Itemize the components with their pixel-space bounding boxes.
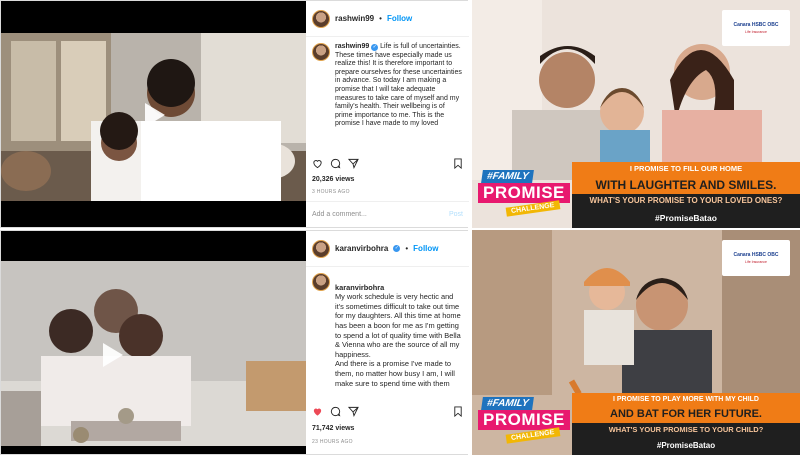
view-count[interactable]: 20,326 views xyxy=(312,176,354,183)
play-icon[interactable] xyxy=(139,101,167,129)
video-player[interactable] xyxy=(1,1,306,227)
follow-button[interactable]: Follow xyxy=(413,244,438,253)
instagram-post-rashwin: rashwin99 • Follow rashwin99 ✓ Life is f… xyxy=(0,0,469,228)
avatar[interactable] xyxy=(312,9,330,28)
caption-username[interactable]: rashwin99 xyxy=(335,43,369,50)
hashtag: #PromiseBatao xyxy=(572,437,800,455)
promise-line-1: I PROMISE TO FILL OUR HOME xyxy=(572,162,800,176)
caption-username[interactable]: karanvirbohra xyxy=(335,283,384,292)
hashtag: #PromiseBatao xyxy=(572,208,800,228)
video-player[interactable] xyxy=(1,231,306,454)
post-header: karanvirbohra ✓ • Follow xyxy=(306,231,469,267)
comment-icon[interactable] xyxy=(330,406,341,417)
share-icon[interactable] xyxy=(348,406,359,417)
heart-icon[interactable] xyxy=(312,406,323,417)
timestamp: 3 HOURS AGO xyxy=(312,189,350,195)
comment-input[interactable]: Add a comment... xyxy=(312,211,367,218)
caption-block: rashwin99 ✓ Life is full of uncertaintie… xyxy=(306,37,469,129)
caption-avatar[interactable] xyxy=(312,43,330,61)
promise-line-2: AND BAT FOR HER FUTURE. xyxy=(572,406,800,423)
promise-line-1: I PROMISE TO PLAY MORE WITH MY CHILD xyxy=(572,393,800,406)
bank-logo: Canara HSBC OBC Life Insurance xyxy=(722,240,790,276)
post-panel: rashwin99 • Follow rashwin99 ✓ Life is f… xyxy=(306,1,469,227)
bank-name: Canara HSBC OBC xyxy=(733,22,779,28)
comment-icon[interactable] xyxy=(330,158,341,169)
promise-question: WHAT'S YOUR PROMISE TO YOUR CHILD? xyxy=(572,423,800,437)
promise-line-2: WITH LAUGHTER AND SMILES. xyxy=(572,176,800,194)
bookmark-icon[interactable] xyxy=(453,158,463,169)
timestamp: 23 HOURS AGO xyxy=(312,439,353,445)
badge-family: #FAMILY xyxy=(481,170,535,183)
caption-block: karanvirbohra My work schedule is very h… xyxy=(306,267,469,388)
bookmark-icon[interactable] xyxy=(453,406,463,417)
family-promise-badge: #FAMILY PROMISE CHALLENGE xyxy=(478,170,578,222)
action-bar xyxy=(312,406,463,417)
bank-subtitle: Life Insurance xyxy=(745,30,767,34)
follow-button[interactable]: Follow xyxy=(387,14,412,23)
post-panel: karanvirbohra ✓ • Follow karanvirbohra M… xyxy=(306,231,469,454)
ad-banner: I PROMISE TO FILL OUR HOME WITH LAUGHTER… xyxy=(472,162,800,228)
badge-family: #FAMILY xyxy=(481,397,535,410)
share-icon[interactable] xyxy=(348,158,359,169)
username[interactable]: rashwin99 xyxy=(335,14,374,23)
ad-banner: I PROMISE TO PLAY MORE WITH MY CHILD AND… xyxy=(472,393,800,455)
caption-avatar[interactable] xyxy=(312,273,330,291)
video-frame xyxy=(1,231,306,454)
username[interactable]: karanvirbohra xyxy=(335,244,388,253)
bank-logo: Canara HSBC OBC Life Insurance xyxy=(722,10,790,46)
comment-box: Add a comment... Post xyxy=(306,201,469,227)
caption-body: Life is full of uncertainties. These tim… xyxy=(335,43,462,128)
bank-subtitle: Life Insurance xyxy=(745,260,767,264)
promise-ad-2: Canara HSBC OBC Life Insurance I PROMISE… xyxy=(472,230,800,455)
caption-body: My work schedule is very hectic and it's… xyxy=(335,292,461,388)
heart-icon[interactable] xyxy=(312,158,323,169)
promise-question: WHAT'S YOUR PROMISE TO YOUR LOVED ONES? xyxy=(572,194,800,208)
bank-name: Canara HSBC OBC xyxy=(733,252,779,258)
separator-dot: • xyxy=(379,14,382,23)
collage: rashwin99 • Follow rashwin99 ✓ Life is f… xyxy=(0,0,800,455)
caption-text: rashwin99 ✓ Life is full of uncertaintie… xyxy=(335,43,463,129)
separator-dot: • xyxy=(405,244,409,253)
verified-icon: ✓ xyxy=(371,44,379,51)
instagram-post-karanvir: karanvirbohra ✓ • Follow karanvirbohra M… xyxy=(0,230,469,455)
action-bar xyxy=(312,158,463,169)
post-header: rashwin99 • Follow xyxy=(306,1,469,37)
verified-icon: ✓ xyxy=(393,245,401,252)
view-count[interactable]: 71,742 views xyxy=(312,425,354,432)
caption-text: karanvirbohra My work schedule is very h… xyxy=(335,273,463,388)
play-icon[interactable] xyxy=(97,341,125,369)
avatar[interactable] xyxy=(312,239,330,258)
family-promise-badge: #FAMILY PROMISE CHALLENGE xyxy=(478,397,578,449)
post-comment-button[interactable]: Post xyxy=(449,211,463,218)
promise-ad-1: Canara HSBC OBC Life Insurance I PROMISE… xyxy=(472,0,800,228)
